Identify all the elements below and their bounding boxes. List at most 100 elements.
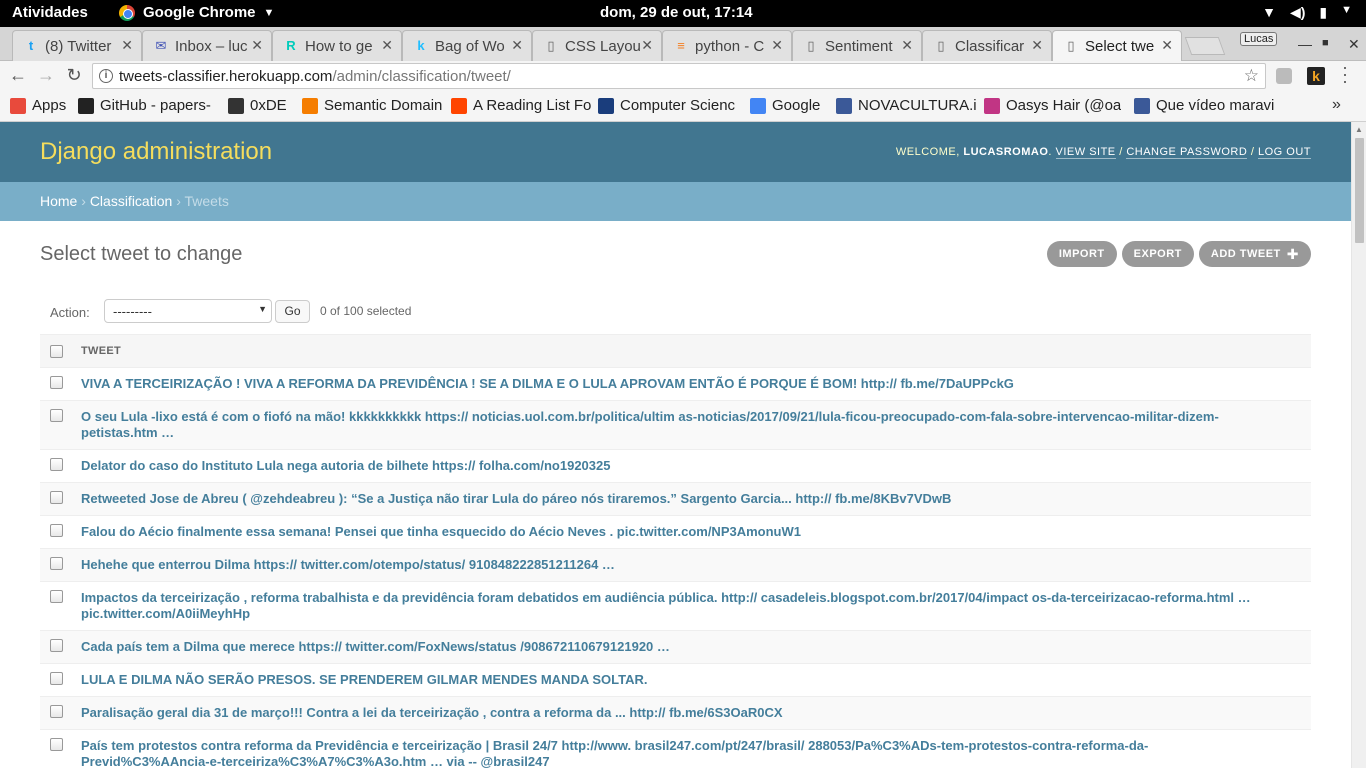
row-checkbox[interactable]	[50, 557, 63, 570]
app-menu[interactable]: Google Chrome ▼	[119, 4, 274, 21]
clock[interactable]: dom, 29 de out, 17:14	[600, 4, 753, 21]
twitter-icon: t	[28, 38, 34, 53]
change-password-link[interactable]: CHANGE PASSWORD	[1126, 146, 1248, 159]
tweet-link[interactable]: O seu Lula -lixo está é com o fiofó na m…	[81, 400, 1311, 450]
star-icon[interactable]: ☆	[1244, 66, 1259, 86]
scrollbar-thumb[interactable]	[1355, 138, 1364, 243]
bookmark-item[interactable]: Semantic Domain	[302, 97, 442, 114]
keepa-extension-icon[interactable]: k	[1307, 67, 1325, 85]
row-checkbox[interactable]	[50, 672, 63, 685]
kaggle-icon: k	[417, 38, 425, 53]
tweet-link[interactable]: Falou do Aécio finalmente essa semana! P…	[81, 515, 1311, 549]
tweet-link[interactable]: LULA E DILMA NÃO SERÃO PRESOS. SE PRENDE…	[81, 663, 1311, 697]
import-button[interactable]: IMPORT	[1046, 241, 1117, 267]
breadcrumb-classification[interactable]: Classification	[90, 193, 172, 209]
row-checkbox[interactable]	[50, 738, 63, 751]
system-tray[interactable]: ▼ ◀) ▮ ▼	[1262, 4, 1352, 21]
profile-button[interactable]: Lucas	[1240, 32, 1278, 46]
tab-9[interactable]: ▯ Select twe ✕	[1052, 30, 1182, 61]
tweet-link[interactable]: Retweeted Jose de Abreu ( @zehdeabreu ):…	[81, 482, 1311, 516]
maximize-icon[interactable]: ■	[1322, 37, 1329, 49]
go-button[interactable]: Go	[275, 300, 310, 323]
close-tab-icon[interactable]: ✕	[381, 37, 393, 54]
row-checkbox[interactable]	[50, 409, 63, 422]
tab-7[interactable]: ▯ Sentiment ✕	[792, 30, 922, 61]
tab-3[interactable]: R How to ge ✕	[272, 30, 402, 61]
address-bar[interactable]: i tweets-classifier.herokuapp.com/admin/…	[92, 63, 1266, 89]
close-tab-icon[interactable]: ✕	[771, 37, 783, 54]
row-checkbox[interactable]	[50, 524, 63, 537]
close-tab-icon[interactable]: ✕	[251, 37, 263, 54]
tweet-link[interactable]: Impactos da terceirização , reforma trab…	[81, 581, 1311, 631]
tab-4[interactable]: k Bag of Wo ✕	[402, 30, 532, 61]
info-icon[interactable]: i	[99, 69, 113, 83]
close-tab-icon[interactable]: ✕	[1161, 37, 1173, 54]
close-tab-icon[interactable]: ✕	[901, 37, 913, 54]
tab-title: CSS Layou	[565, 37, 641, 55]
menu-icon[interactable]: · · ·	[1342, 58, 1348, 90]
row-checkbox[interactable]	[50, 491, 63, 504]
close-window-icon[interactable]: ✕	[1348, 36, 1360, 53]
bookmark-item[interactable]: Apps	[10, 97, 66, 114]
row-checkbox[interactable]	[50, 590, 63, 603]
page-scrollbar[interactable]: ▲	[1351, 122, 1366, 768]
row-checkbox[interactable]	[50, 376, 63, 389]
export-button[interactable]: EXPORT	[1121, 241, 1194, 267]
extension-icon[interactable]	[1276, 68, 1292, 84]
tab-2[interactable]: ✉ Inbox – luc ✕	[142, 30, 272, 61]
url-host: tweets-classifier.herokuapp.com	[119, 67, 333, 85]
app-name: Google Chrome	[143, 4, 256, 21]
close-tab-icon[interactable]: ✕	[641, 37, 653, 54]
bookmark-item[interactable]: 0xDE	[228, 97, 287, 114]
tab-5[interactable]: ▯ CSS Layou ✕	[532, 30, 662, 61]
back-icon[interactable]: ←	[8, 65, 28, 86]
tweet-link[interactable]: Cada país tem a Dilma que merece https:/…	[81, 630, 1311, 664]
select-all-checkbox[interactable]	[50, 344, 63, 358]
selection-count: 0 of 100 selected	[320, 304, 412, 318]
site-branding[interactable]: Django administration	[40, 138, 272, 166]
close-tab-icon[interactable]: ✕	[1031, 37, 1043, 54]
close-tab-icon[interactable]: ✕	[511, 37, 523, 54]
row-checkbox[interactable]	[50, 639, 63, 652]
bookmark-item[interactable]: Computer Scienc	[598, 97, 735, 114]
row-checkbox[interactable]	[50, 705, 63, 718]
object-tools: IMPORT EXPORT ADD TWEET ✚	[1046, 241, 1311, 267]
tab-1[interactable]: t (8) Twitter ✕	[12, 30, 142, 61]
person-icon	[228, 97, 244, 114]
scroll-up-icon[interactable]: ▲	[1355, 125, 1363, 134]
tweet-link[interactable]: Delator do caso do Instituto Lula nega a…	[81, 449, 1311, 483]
bookmark-item[interactable]: Que vídeo maravi	[1134, 97, 1274, 114]
shield-icon	[598, 97, 614, 114]
bookmark-item[interactable]: A Reading List Fo	[451, 97, 591, 114]
tweet-link[interactable]: País tem protestos contra reforma da Pre…	[81, 729, 1311, 768]
more-bookmarks-icon[interactable]: »	[1332, 96, 1341, 114]
close-tab-icon[interactable]: ✕	[121, 37, 133, 54]
tweet-link[interactable]: VIVA A TERCEIRIZAÇÃO ! VIVA A REFORMA DA…	[81, 367, 1311, 401]
bookmark-item[interactable]: Google	[750, 97, 820, 114]
view-site-link[interactable]: VIEW SITE	[1055, 146, 1116, 159]
table-row: VIVA A TERCEIRIZAÇÃO ! VIVA A REFORMA DA…	[40, 367, 1311, 401]
bookmark-item[interactable]: Oasys Hair (@oa	[984, 97, 1121, 114]
tab-title: Inbox – luc	[175, 37, 248, 55]
reload-icon[interactable]: ↻	[64, 65, 84, 86]
log-out-link[interactable]: LOG OUT	[1257, 146, 1311, 159]
tweet-link[interactable]: Hehehe que enterrou Dilma https:// twitt…	[81, 548, 1311, 582]
tab-8[interactable]: ▯ Classificar ✕	[922, 30, 1052, 61]
bookmark-item[interactable]: GitHub - papers-	[78, 97, 211, 114]
tweet-link[interactable]: Paralisação geral dia 31 de março!!! Con…	[81, 696, 1311, 730]
system-top-bar: Atividades Google Chrome ▼ dom, 29 de ou…	[0, 0, 1366, 27]
action-select[interactable]: --------- ▼	[104, 299, 272, 323]
table-row: Delator do caso do Instituto Lula nega a…	[40, 449, 1311, 483]
column-header-tweet[interactable]: TWEET	[81, 334, 1311, 368]
tab-6[interactable]: ≡ python - C ✕	[662, 30, 792, 61]
forward-icon[interactable]: →	[36, 65, 56, 86]
breadcrumb-home[interactable]: Home	[40, 193, 77, 209]
bookmarks-bar: » Apps GitHub - papers- 0xDE Semantic Domai…	[0, 91, 1366, 122]
row-checkbox[interactable]	[50, 458, 63, 471]
activities-button[interactable]: Atividades	[12, 4, 88, 21]
bookmark-item[interactable]: NOVACULTURA.i	[836, 97, 976, 114]
minimize-icon[interactable]: —	[1298, 36, 1312, 52]
table-row: Falou do Aécio finalmente essa semana! P…	[40, 515, 1311, 549]
add-tweet-button[interactable]: ADD TWEET ✚	[1198, 241, 1311, 267]
new-tab-button[interactable]	[1184, 37, 1226, 55]
